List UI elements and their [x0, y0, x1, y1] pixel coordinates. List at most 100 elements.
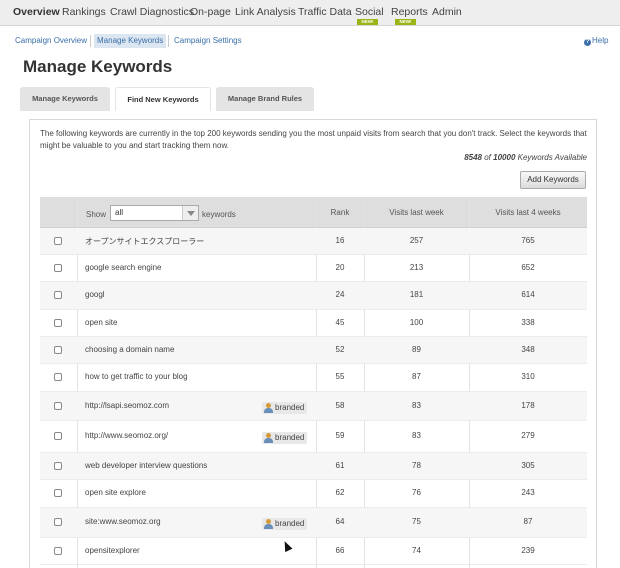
rank-cell: 45 [335, 318, 345, 327]
row-checkbox[interactable] [54, 291, 62, 299]
nav-overview[interactable]: Overview [13, 6, 60, 18]
keyword-cell: open site explore [85, 488, 146, 497]
chevron-down-icon [182, 206, 198, 220]
available-total: 10000 [493, 153, 516, 162]
branded-label: branded [275, 433, 305, 442]
visits-last-4-weeks-cell: 765 [521, 236, 535, 245]
visits-last-week-cell: 74 [412, 546, 421, 555]
brand-person-icon [264, 433, 273, 443]
rank-cell: 59 [335, 431, 345, 440]
nav-rankings[interactable]: Rankings [62, 6, 106, 18]
keywords-label: keywords [202, 210, 236, 219]
table-row: open site explore 62 76 243 [40, 480, 587, 508]
table-row: google search engine 20 213 652 [40, 255, 587, 282]
header-visits-last-4-weeks[interactable]: Visits last 4 weeks [469, 197, 587, 228]
branded-label: branded [275, 403, 305, 412]
rank-cell: 52 [335, 345, 345, 354]
intro-text: The following keywords are currently in … [40, 129, 587, 150]
header-rank[interactable]: Rank [316, 197, 364, 228]
manage-keywords-link[interactable]: Manage Keywords [94, 34, 167, 48]
visits-last-4-weeks-cell: 652 [521, 263, 535, 272]
visits-last-4-weeks-cell: 279 [521, 431, 535, 440]
tab-manage-keywords[interactable]: Manage Keywords [20, 87, 110, 111]
table-row: オープンサイトエクスプローラー 16 257 765 [40, 228, 587, 255]
table-row: opensitexplorer 66 74 239 [40, 538, 587, 565]
visits-last-week-cell: 87 [412, 372, 421, 381]
keyword-cell: choosing a domain name [85, 345, 175, 354]
sub-navigation: Campaign Overview Manage Keywords Campai… [0, 34, 620, 48]
visits-last-week-cell: 75 [412, 517, 421, 526]
row-checkbox[interactable] [54, 432, 62, 440]
subnav-divider [168, 35, 169, 47]
visits-last-4-weeks-cell: 87 [523, 517, 533, 526]
show-filter-select[interactable]: all [110, 205, 199, 221]
visits-last-week-cell: 257 [409, 236, 424, 245]
nav-crawl-diagnostics[interactable]: Crawl Diagnostics [110, 6, 194, 18]
available-label: Keywords Available [517, 153, 587, 162]
nav-social[interactable]: Social [355, 6, 384, 18]
row-checkbox[interactable] [54, 319, 62, 327]
tab-find-new-keywords[interactable]: Find New Keywords [115, 87, 211, 111]
brand-person-icon [264, 403, 273, 413]
branded-badge: branded [262, 518, 308, 530]
row-checkbox[interactable] [54, 518, 62, 526]
visits-last-week-cell: 100 [409, 318, 424, 327]
visits-last-4-weeks-cell: 178 [521, 401, 535, 410]
visits-last-4-weeks-cell: 243 [521, 488, 535, 497]
rank-cell: 64 [335, 517, 345, 526]
keyword-cell: http://www.seomoz.org/ [85, 431, 169, 440]
visits-last-week-cell: 76 [412, 488, 421, 497]
row-checkbox[interactable] [54, 346, 62, 354]
visits-last-4-weeks-cell: 239 [521, 546, 535, 555]
table-row: how to get traffic to your blog 55 87 310 [40, 364, 587, 392]
row-checkbox[interactable] [54, 264, 62, 272]
available-count: 8548 [464, 153, 482, 162]
social-new-badge: NEW! [357, 19, 378, 25]
rank-cell: 66 [335, 546, 345, 555]
row-checkbox[interactable] [54, 489, 62, 497]
row-checkbox[interactable] [54, 547, 62, 555]
row-checkbox[interactable] [54, 237, 62, 245]
keyword-cell: google search engine [85, 263, 162, 272]
brand-person-icon [264, 519, 273, 529]
rank-cell: 24 [335, 290, 345, 299]
visits-last-week-cell: 78 [412, 461, 421, 470]
page-title: Manage Keywords [23, 57, 173, 76]
row-checkbox[interactable] [54, 462, 62, 470]
campaign-settings-link[interactable]: Campaign Settings [174, 34, 242, 48]
keyword-cell: open site [85, 318, 118, 327]
row-checkbox[interactable] [54, 402, 62, 410]
visits-last-4-weeks-cell: 614 [521, 290, 535, 299]
keyword-cell: http://lsapi.seomoz.com [85, 401, 170, 410]
visits-last-4-weeks-cell: 348 [521, 345, 535, 354]
rank-cell: 58 [335, 401, 345, 410]
table-row: http://www.seomoz.org/branded 59 83 279 [40, 421, 587, 453]
table-row: site:www.seomoz.org branded 64 75 87 [40, 508, 587, 538]
keyword-cell: opensitexplorer [85, 546, 140, 555]
nav-on-page[interactable]: On-page [190, 6, 231, 18]
help-link[interactable]: ? Help [584, 34, 608, 48]
visits-last-4-weeks-cell: 305 [521, 461, 535, 470]
visits-last-4-weeks-cell: 338 [521, 318, 535, 327]
show-label: Show [86, 210, 107, 219]
table-row: web developer interview questions 61 78 305 [40, 453, 587, 480]
add-keywords-button[interactable]: Add Keywords [520, 171, 586, 189]
campaign-overview-link[interactable]: Campaign Overview [15, 34, 87, 48]
help-icon: ? [584, 39, 591, 46]
keyword-cell: site:www.seomoz.org [85, 517, 161, 526]
row-checkbox[interactable] [54, 373, 62, 381]
table-row: http://lsapi.seomoz.com branded 58 83 178 [40, 392, 587, 421]
rank-cell: 16 [335, 236, 345, 245]
nav-link-analysis[interactable]: Link Analysis [235, 6, 296, 18]
table-row: googl 24 181 614 [40, 282, 587, 310]
keyword-cell: how to get traffic to your blog [85, 372, 188, 381]
visits-last-week-cell: 83 [412, 401, 421, 410]
nav-reports[interactable]: Reports [391, 6, 428, 18]
branded-label: branded [275, 519, 305, 528]
branded-badge: branded [262, 432, 308, 444]
nav-admin[interactable]: Admin [432, 6, 462, 18]
nav-traffic-data[interactable]: Traffic Data [298, 6, 352, 18]
header-visits-last-week[interactable]: Visits last week [364, 197, 469, 228]
rank-cell: 61 [335, 461, 345, 470]
tab-manage-brand-rules[interactable]: Manage Brand Rules [216, 87, 314, 111]
